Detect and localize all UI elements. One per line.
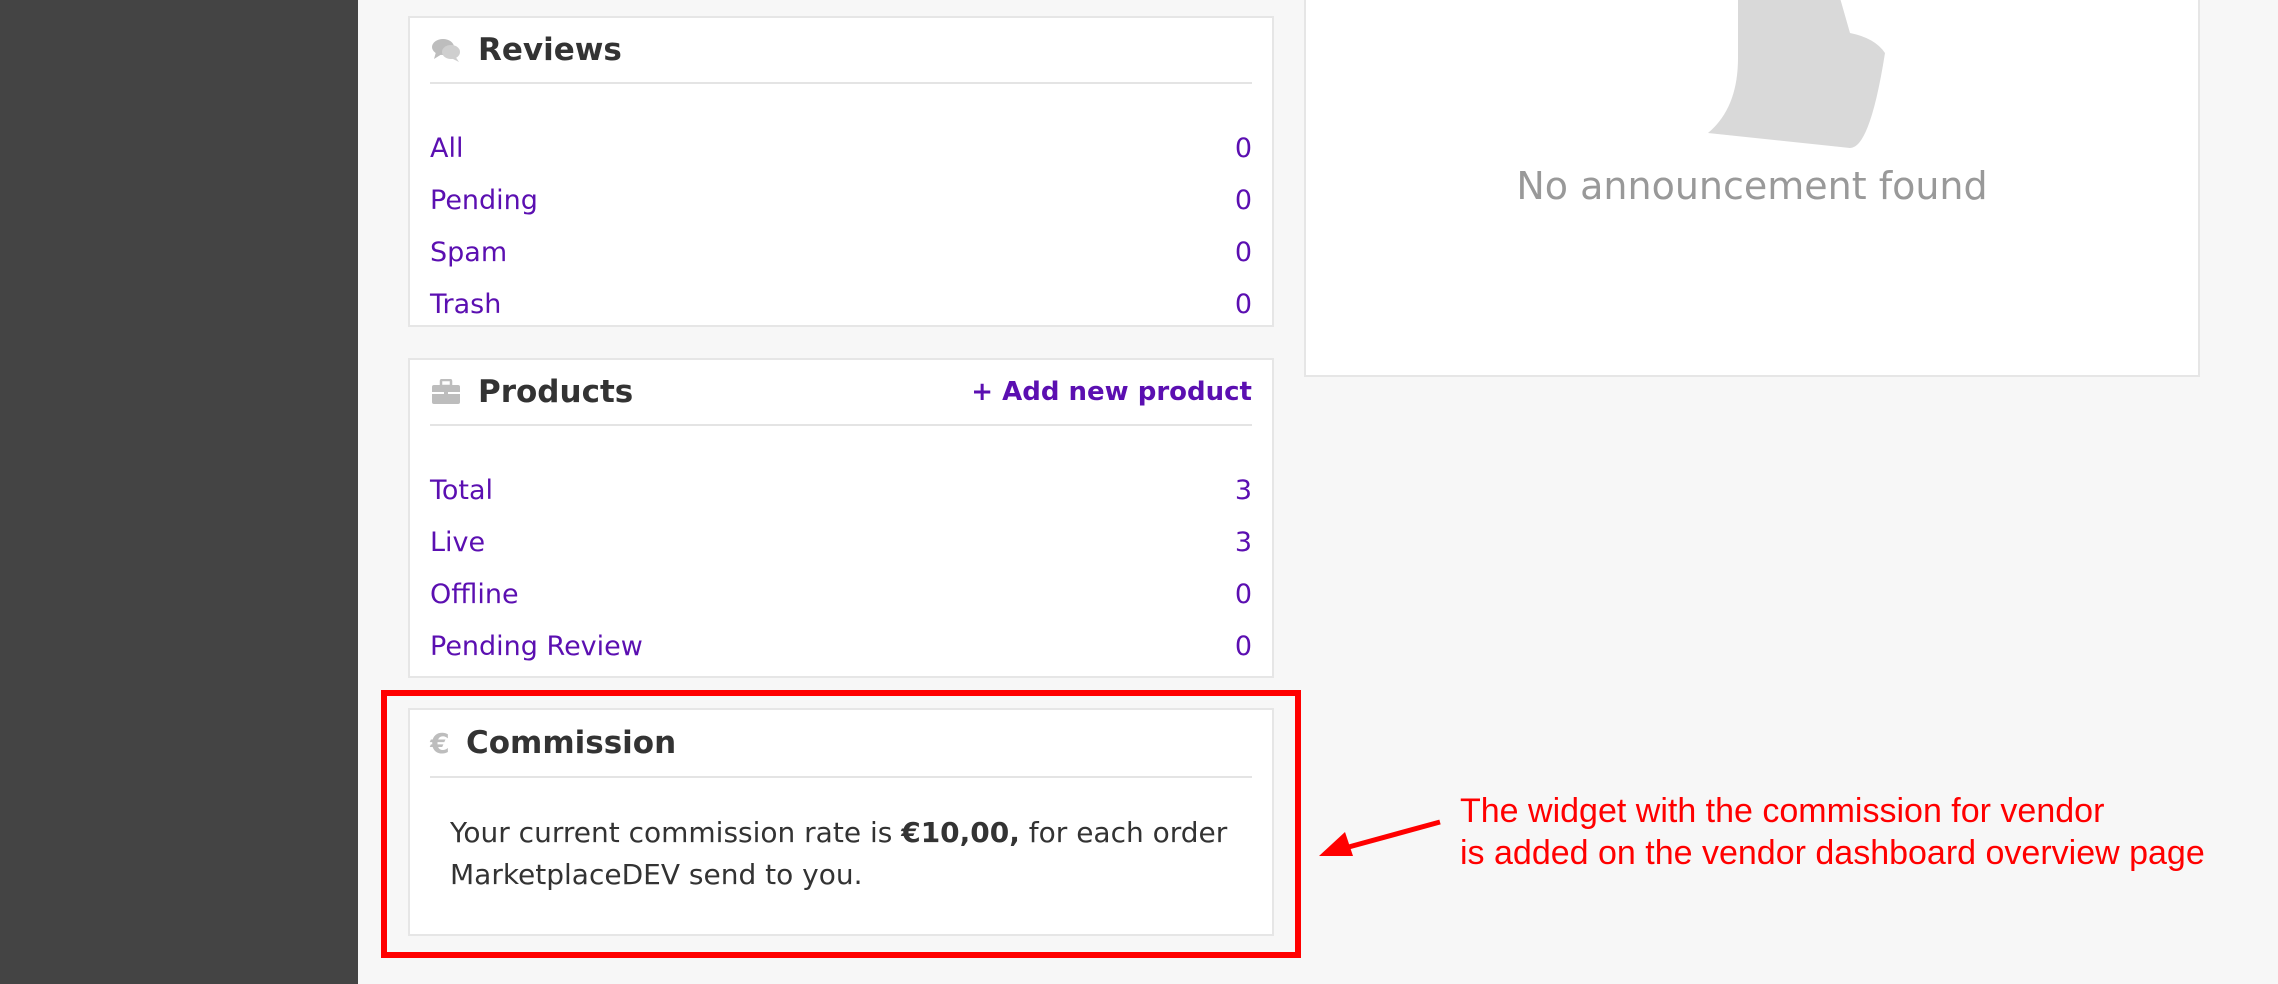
stat-count[interactable]: 3 [1235, 527, 1252, 558]
products-row-offline[interactable]: Offline 0 [430, 568, 1252, 620]
bell-icon [1708, 0, 1885, 148]
reviews-title: Reviews [478, 32, 622, 68]
add-new-product-link[interactable]: + Add new product [971, 377, 1252, 407]
stat-count[interactable]: 0 [1235, 579, 1252, 610]
products-row-live[interactable]: Live 3 [430, 516, 1252, 568]
reviews-row-pending[interactable]: Pending 0 [430, 174, 1252, 226]
stat-label[interactable]: All [430, 133, 463, 164]
stat-label[interactable]: Spam [430, 237, 507, 268]
stat-count[interactable]: 0 [1235, 289, 1252, 320]
no-announcement-text: No announcement found [1516, 164, 1988, 208]
reviews-row-all[interactable]: All 0 [430, 122, 1252, 174]
stat-label[interactable]: Trash [430, 289, 501, 320]
stat-count[interactable]: 0 [1235, 237, 1252, 268]
stat-count[interactable]: 3 [1235, 475, 1252, 506]
stat-count[interactable]: 0 [1235, 133, 1252, 164]
announcements-widget: No announcement found [1304, 0, 2200, 377]
comments-icon [430, 34, 462, 66]
annotation-text: The widget with the commission for vendo… [1460, 790, 2205, 874]
stat-count[interactable]: 0 [1235, 631, 1252, 662]
stat-label[interactable]: Total [430, 475, 493, 506]
products-row-pending-review[interactable]: Pending Review 0 [430, 620, 1252, 672]
products-row-total[interactable]: Total 3 [430, 464, 1252, 516]
reviews-row-spam[interactable]: Spam 0 [430, 226, 1252, 278]
highlight-box [381, 690, 1301, 958]
reviews-widget: Reviews All 0 Pending 0 Spam 0 Trash 0 [408, 16, 1274, 327]
stat-label[interactable]: Live [430, 527, 485, 558]
sidebar [0, 0, 358, 984]
stat-label[interactable]: Pending [430, 185, 538, 216]
reviews-header: Reviews [430, 18, 1252, 84]
products-title: Products [478, 374, 634, 410]
products-widget: Products + Add new product Total 3 Live … [408, 358, 1274, 678]
reviews-row-trash[interactable]: Trash 0 [430, 278, 1252, 330]
stat-count[interactable]: 0 [1235, 185, 1252, 216]
annotation-line-1: The widget with the commission for vendo… [1460, 792, 2105, 830]
annotation-arrow [1319, 819, 1441, 856]
annotation-line-2: is added on the vendor dashboard overvie… [1460, 834, 2205, 872]
stat-label[interactable]: Pending Review [430, 631, 643, 662]
products-header: Products + Add new product [430, 360, 1252, 426]
briefcase-icon [430, 376, 462, 408]
products-list: Total 3 Live 3 Offline 0 Pending Review … [430, 464, 1252, 672]
reviews-list: All 0 Pending 0 Spam 0 Trash 0 [430, 122, 1252, 330]
stat-label[interactable]: Offline [430, 579, 519, 610]
